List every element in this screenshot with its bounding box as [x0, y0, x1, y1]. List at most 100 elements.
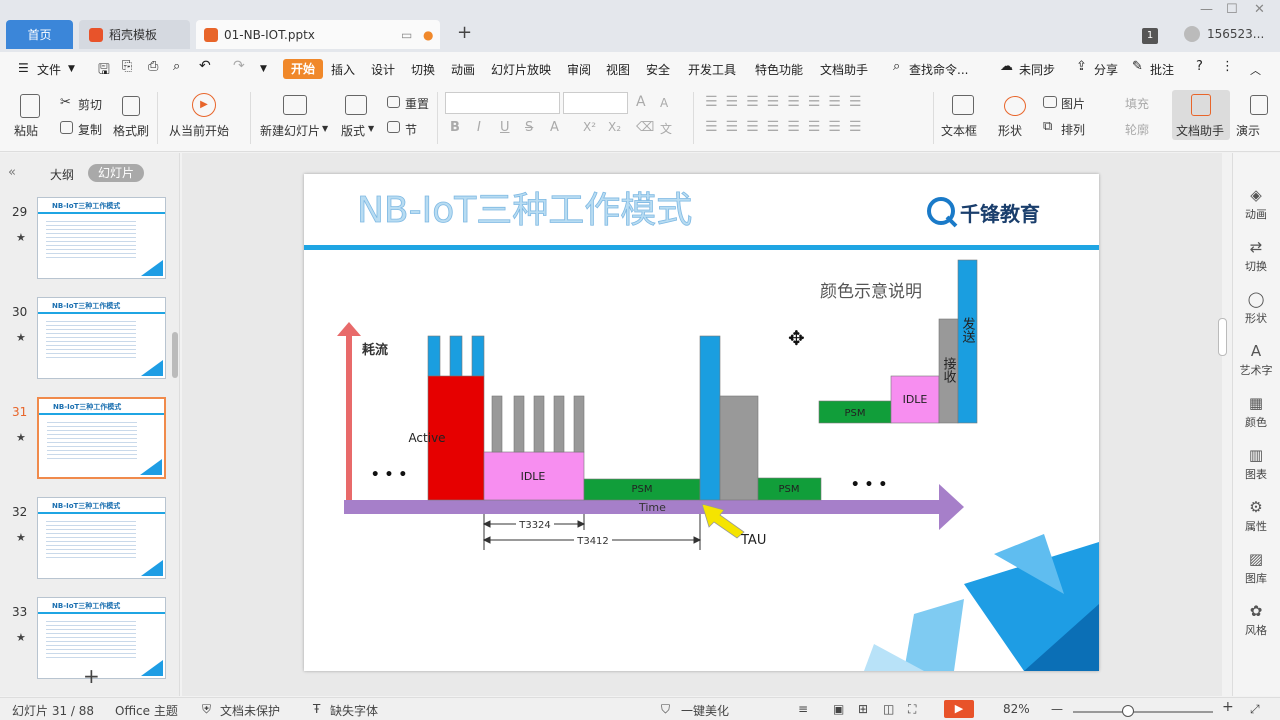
slide[interactable]: NB-IoT三种工作模式 千锋教育 耗流 Time Active IDLE PS… — [304, 174, 1099, 671]
sync-status[interactable]: 未同步 — [1019, 61, 1055, 78]
right-panel-wordart[interactable]: A 艺术字 — [1232, 342, 1280, 378]
tab-home[interactable]: 首页 — [6, 20, 73, 49]
normal-view-icon[interactable]: ▣ — [833, 702, 844, 716]
redo-icon[interactable]: ↷ — [233, 58, 245, 74]
slide-animation-star-icon[interactable]: ★ — [16, 331, 26, 344]
tab-template[interactable]: 稻壳模板 — [79, 20, 190, 49]
slide-animation-star-icon[interactable]: ★ — [16, 231, 26, 244]
slide-animation-star-icon[interactable]: ★ — [16, 531, 26, 544]
font-color-icon[interactable]: A — [550, 120, 559, 135]
paragraph-tools-row-1[interactable]: ☰☰☰☰☰☰☰☰ — [705, 94, 869, 110]
zoom-level[interactable]: 82% — [1003, 702, 1030, 716]
right-panel-color[interactable]: ▦ 颜色 — [1232, 394, 1280, 430]
menu-insert[interactable]: 插入 — [331, 61, 355, 78]
chevron-down-icon[interactable]: ▼ — [68, 64, 75, 74]
hamburger-icon[interactable]: ☰ — [18, 61, 29, 75]
layout-button[interactable]: 版式 — [341, 122, 365, 139]
zoom-slider[interactable] — [1073, 711, 1213, 713]
clear-format-icon[interactable]: ⌫ — [636, 120, 654, 135]
menu-security[interactable]: 安全 — [646, 61, 670, 78]
add-slide-button[interactable]: + — [83, 664, 100, 688]
cut-button[interactable]: 剪切 — [78, 96, 102, 113]
document-protection[interactable]: 文档未保护 — [220, 702, 280, 719]
collapse-ribbon-icon[interactable]: ︿ — [1250, 62, 1261, 78]
save-icon[interactable]: 🖫 — [98, 59, 110, 83]
more-icon[interactable]: ⋮ — [1221, 59, 1234, 74]
export-icon[interactable]: ⎘ — [122, 59, 132, 74]
copy-button[interactable]: 复制 — [78, 121, 102, 138]
menu-doc-assistant[interactable]: 文档助手 — [820, 61, 868, 78]
slide-animation-star-icon[interactable]: ★ — [16, 431, 26, 444]
share-icon[interactable]: ⇪ — [1076, 59, 1087, 74]
zoom-slider-thumb[interactable] — [1122, 705, 1134, 717]
paragraph-tools-row-2[interactable]: ☰☰☰☰☰☰☰☰ — [705, 119, 869, 135]
sorter-view-icon[interactable]: ⊞ — [858, 702, 868, 716]
underline-icon[interactable]: U — [500, 120, 510, 135]
new-slide-button[interactable]: 新建幻灯片 — [260, 122, 320, 139]
font-grow-icon[interactable]: A — [636, 94, 646, 110]
theme-name[interactable]: Office 主题 — [115, 702, 178, 719]
user-name[interactable]: 156523... — [1207, 27, 1264, 41]
right-panel-properties[interactable]: ⚙ 属性 — [1232, 498, 1280, 534]
right-panel-style[interactable]: ✿ 风格 — [1232, 602, 1280, 638]
quick-access-dropdown-icon[interactable]: ▼ — [260, 64, 267, 74]
menu-review[interactable]: 审阅 — [567, 61, 591, 78]
right-panel-transition[interactable]: ⇄ 切换 — [1232, 238, 1280, 274]
arrange-button[interactable]: 排列 — [1061, 121, 1085, 138]
slide-thumbnail[interactable]: NB-IoT三种工作模式 — [37, 497, 166, 579]
reading-view-icon[interactable]: ◫ — [883, 702, 894, 716]
menu-slideshow[interactable]: 幻灯片放映 — [491, 61, 551, 78]
slide-thumbnail[interactable]: NB-IoT三种工作模式 — [37, 297, 166, 379]
comment-icon[interactable]: ✎ — [1132, 59, 1143, 74]
outline-button[interactable]: 轮廓 — [1125, 121, 1149, 138]
bold-icon[interactable]: B — [450, 120, 460, 135]
missing-fonts[interactable]: 缺失字体 — [330, 702, 378, 719]
menu-file[interactable]: 文件 — [37, 61, 61, 78]
zoom-out-icon[interactable]: — — [1051, 702, 1063, 716]
right-panel-shape[interactable]: ◯ 形状 — [1232, 290, 1280, 326]
font-name-dropdown[interactable] — [445, 92, 560, 114]
play-slideshow-button[interactable]: ▶ — [944, 700, 974, 718]
share-button[interactable]: 分享 — [1094, 61, 1118, 78]
avatar[interactable] — [1184, 26, 1200, 42]
italic-icon[interactable]: I — [477, 120, 481, 135]
help-icon[interactable]: ? — [1196, 59, 1203, 74]
canvas-scrollbar[interactable] — [1218, 318, 1227, 356]
undo-icon[interactable]: ↶ — [199, 58, 211, 74]
paste-button[interactable]: 粘贴 — [14, 122, 38, 139]
panel-scrollbar[interactable] — [172, 332, 178, 378]
reset-button[interactable]: 重置 — [405, 95, 429, 112]
format-painter-button[interactable]: 格式刷 — [113, 122, 149, 139]
menu-transition[interactable]: 切换 — [411, 61, 435, 78]
zoom-in-icon[interactable]: + — [1222, 699, 1234, 715]
strikethrough-icon[interactable]: S — [525, 120, 533, 135]
chevron-down-icon[interactable]: ▼ — [322, 124, 328, 133]
textbox-button[interactable]: 文本框 — [941, 122, 977, 139]
fill-button[interactable]: 填充 — [1125, 95, 1149, 112]
tab-slides[interactable]: 幻灯片 — [88, 164, 144, 182]
slide-thumbnail[interactable]: NB-IoT三种工作模式 — [37, 397, 166, 479]
slide-animation-star-icon[interactable]: ★ — [16, 631, 26, 644]
window-restore-icon[interactable]: ▭ — [401, 28, 412, 42]
slide-thumbnail[interactable]: NB-IoT三种工作模式 — [37, 597, 166, 679]
window-count-badge[interactable]: 1 — [1142, 28, 1158, 44]
picture-button[interactable]: 图片 — [1061, 95, 1085, 112]
search-icon[interactable]: ⌕ — [893, 59, 900, 74]
close-icon[interactable]: ✕ — [1254, 2, 1265, 17]
pinyin-icon[interactable]: 文 — [660, 120, 672, 137]
present-button[interactable]: 演示 — [1236, 122, 1260, 139]
notes-icon[interactable]: ≡ — [798, 702, 808, 716]
font-size-dropdown[interactable] — [563, 92, 628, 114]
maximize-icon[interactable]: ☐ — [1226, 2, 1238, 17]
play-from-current-button[interactable]: 从当前开始 — [169, 122, 229, 139]
print-icon[interactable]: ⎙ — [148, 59, 158, 74]
tab-outline[interactable]: 大纲 — [50, 166, 74, 183]
superscript-icon[interactable]: X² — [583, 120, 596, 134]
menu-view[interactable]: 视图 — [606, 61, 630, 78]
menu-design[interactable]: 设计 — [371, 61, 395, 78]
right-panel-gallery[interactable]: ▨ 图库 — [1232, 550, 1280, 586]
minimize-icon[interactable]: — — [1200, 2, 1213, 17]
menu-developer[interactable]: 开发工具 — [688, 61, 736, 78]
menu-animation[interactable]: 动画 — [451, 61, 475, 78]
menu-features[interactable]: 特色功能 — [755, 61, 803, 78]
